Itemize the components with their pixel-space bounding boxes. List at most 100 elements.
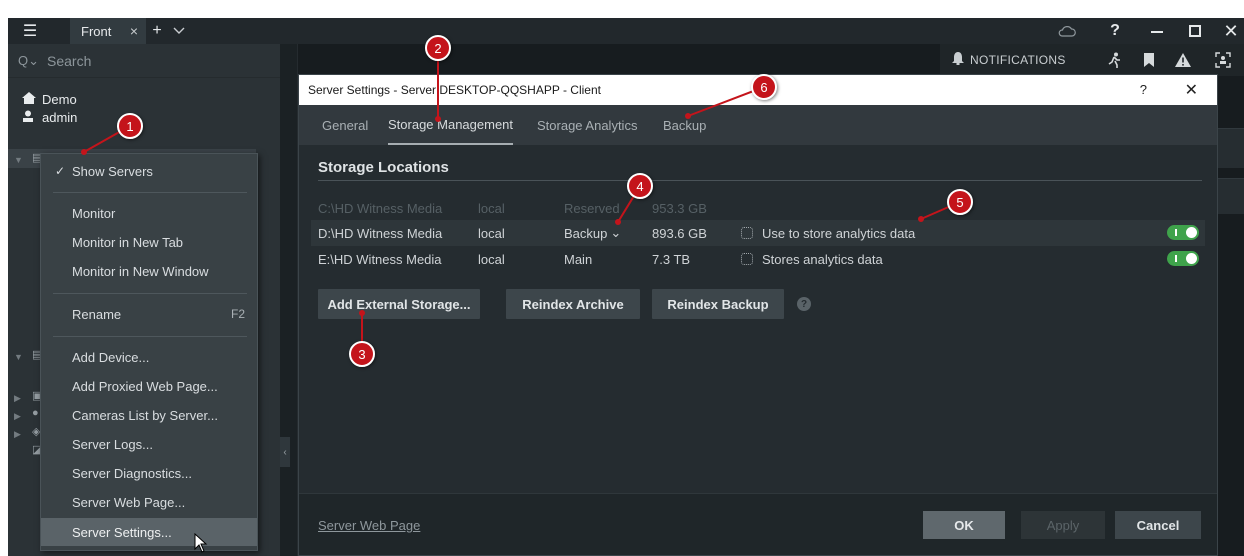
menu-item-show-servers[interactable]: ✓ Show Servers — [41, 157, 257, 185]
annotation-badge-3: 3 — [349, 341, 375, 367]
help-circle-icon[interactable]: ? — [797, 297, 811, 311]
close-tab-icon[interactable]: × — [130, 23, 138, 39]
storage-type: local — [478, 200, 505, 216]
menu-item-label: Monitor — [72, 205, 116, 221]
menu-item-server-web-page[interactable]: Server Web Page... — [41, 488, 257, 516]
storage-role: Main — [564, 251, 593, 267]
annotation-badge-4: 4 — [627, 173, 653, 199]
minimize-icon[interactable] — [1142, 18, 1172, 44]
expand-arrow-icon[interactable]: ▼ — [14, 352, 23, 362]
collapse-arrow-icon[interactable]: ▶ — [14, 411, 21, 422]
menu-item-label: Monitor in New Tab — [72, 234, 184, 250]
users-icon: ● — [32, 407, 39, 419]
menu-item-add-device[interactable]: Add Device... — [41, 343, 257, 371]
menu-item-server-diagnostics[interactable]: Server Diagnostics... — [41, 459, 257, 487]
storage-enable-toggle[interactable] — [1167, 225, 1199, 240]
menu-item-server-logs[interactable]: Server Logs... — [41, 430, 257, 458]
chevron-down-icon[interactable] — [168, 18, 190, 44]
check-icon: ✓ — [55, 164, 66, 178]
analytics-checkbox[interactable]: Use to store analytics data — [741, 220, 915, 246]
notifications-button[interactable]: NOTIFICATIONS — [952, 44, 1066, 76]
bookmark-icon[interactable] — [1136, 44, 1162, 76]
menu-item-monitor-new-tab[interactable]: Monitor in New Tab — [41, 228, 257, 256]
analytics-label: Use to store analytics data — [762, 225, 916, 241]
tab-storage-management[interactable]: Storage Management — [388, 105, 514, 145]
collapse-arrow-icon[interactable]: ▶ — [14, 429, 21, 440]
chip-icon — [741, 253, 753, 265]
annotation-badge-2: 2 — [425, 35, 451, 61]
help-icon[interactable]: ? — [1100, 18, 1130, 44]
menu-item-server-settings[interactable]: Server Settings... — [41, 518, 257, 546]
warning-icon[interactable] — [1170, 44, 1196, 76]
reindex-backup-button[interactable]: Reindex Backup — [652, 289, 784, 319]
collapse-panel-handle[interactable]: ‹ — [280, 437, 290, 467]
add-tab-icon[interactable]: + — [146, 18, 168, 44]
storage-enable-toggle[interactable] — [1167, 251, 1199, 266]
close-app-icon[interactable]: ✕ — [1218, 18, 1244, 44]
menu-item-label: Rename — [72, 306, 122, 322]
bell-icon — [952, 52, 964, 68]
menu-separator — [53, 336, 247, 337]
cloud-icon[interactable] — [1052, 18, 1082, 44]
section-divider — [318, 180, 1202, 181]
annotation-badge-6: 6 — [751, 74, 777, 100]
storage-row[interactable]: E:\HD Witness Media local Main 7.3 TB St… — [311, 246, 1205, 272]
server-web-page-link[interactable]: Server Web Page — [318, 518, 420, 533]
menu-item-cameras-list[interactable]: Cameras List by Server... — [41, 401, 257, 429]
tab-backup[interactable]: Backup — [663, 105, 706, 145]
menu-item-add-proxied-web-page[interactable]: Add Proxied Web Page... — [41, 372, 257, 400]
tree-item-user[interactable]: admin — [22, 110, 77, 125]
apply-button[interactable]: Apply — [1021, 511, 1105, 539]
server-settings-dialog: Server Settings - Server DESKTOP-QQSHAPP… — [298, 74, 1218, 556]
maximize-icon[interactable] — [1180, 18, 1210, 44]
storage-role-dropdown[interactable]: Backup ⌄ — [564, 220, 621, 246]
dialog-tab-bar: General Storage Management Storage Analy… — [299, 105, 1217, 145]
storage-type: local — [478, 251, 505, 267]
dialog-footer: Server Web Page OK Apply Cancel — [299, 493, 1217, 555]
storage-row[interactable]: C:\HD Witness Media local Reserved 953.3… — [311, 195, 1205, 221]
analytics-checkbox[interactable]: Stores analytics data — [741, 246, 883, 272]
storage-row[interactable]: D:\HD Witness Media local Backup ⌄ 893.6… — [311, 220, 1205, 246]
storage-role: Reserved — [564, 200, 620, 216]
expand-arrow-icon[interactable]: ▼ — [14, 155, 23, 165]
menu-separator — [53, 192, 247, 193]
scene-left-edge — [280, 44, 298, 556]
cancel-button[interactable]: Cancel — [1115, 511, 1201, 539]
tree-item-system[interactable]: Demo — [22, 92, 77, 107]
ok-button[interactable]: OK — [923, 511, 1005, 539]
annotation-badge-1: 1 — [117, 113, 143, 139]
menu-item-monitor[interactable]: Monitor — [41, 199, 257, 227]
tab-general[interactable]: General — [322, 105, 368, 145]
reindex-archive-button[interactable]: Reindex Archive — [506, 289, 640, 319]
storage-path: E:\HD Witness Media — [318, 251, 442, 267]
add-external-storage-button[interactable]: Add External Storage... — [318, 289, 480, 319]
system-name: Demo — [42, 92, 77, 107]
section-title: Storage Locations — [318, 159, 449, 176]
analytics-label: Stores analytics data — [762, 251, 883, 267]
server-context-menu: ✓ Show Servers Monitor Monitor in New Ta… — [40, 153, 258, 551]
storage-path: D:\HD Witness Media — [318, 225, 443, 241]
fullscreen-user-icon[interactable] — [1210, 44, 1236, 76]
menu-item-label: Show Servers — [72, 163, 153, 179]
collapse-arrow-icon[interactable]: ▶ — [14, 393, 21, 404]
menu-item-monitor-new-window[interactable]: Monitor in New Window — [41, 257, 257, 285]
dialog-close-icon[interactable]: ✕ — [1185, 80, 1198, 100]
search-input[interactable]: Q⌄ Search — [8, 44, 280, 78]
main-menu-icon[interactable]: ☰ — [8, 18, 52, 44]
storage-size: 7.3 TB — [652, 251, 691, 267]
user-icon — [22, 110, 42, 125]
tab-storage-analytics[interactable]: Storage Analytics — [537, 105, 637, 145]
user-name: admin — [42, 110, 78, 125]
menu-item-label: Server Web Page... — [72, 494, 186, 510]
motion-icon[interactable] — [1102, 44, 1128, 76]
tab-label: Front — [81, 23, 112, 39]
menu-item-label: Cameras List by Server... — [72, 407, 218, 423]
menu-item-rename[interactable]: Rename F2 — [41, 300, 257, 328]
menu-item-label: Add Device... — [72, 349, 150, 365]
window-title-bar: ☰ Front × + ? ✕ — [8, 18, 1244, 44]
dialog-help-icon[interactable]: ? — [1140, 82, 1147, 97]
search-icon: Q⌄ — [18, 52, 40, 68]
tab-front[interactable]: Front × — [70, 18, 146, 44]
storage-role: Backup — [564, 225, 608, 241]
notifications-label: NOTIFICATIONS — [970, 53, 1066, 67]
